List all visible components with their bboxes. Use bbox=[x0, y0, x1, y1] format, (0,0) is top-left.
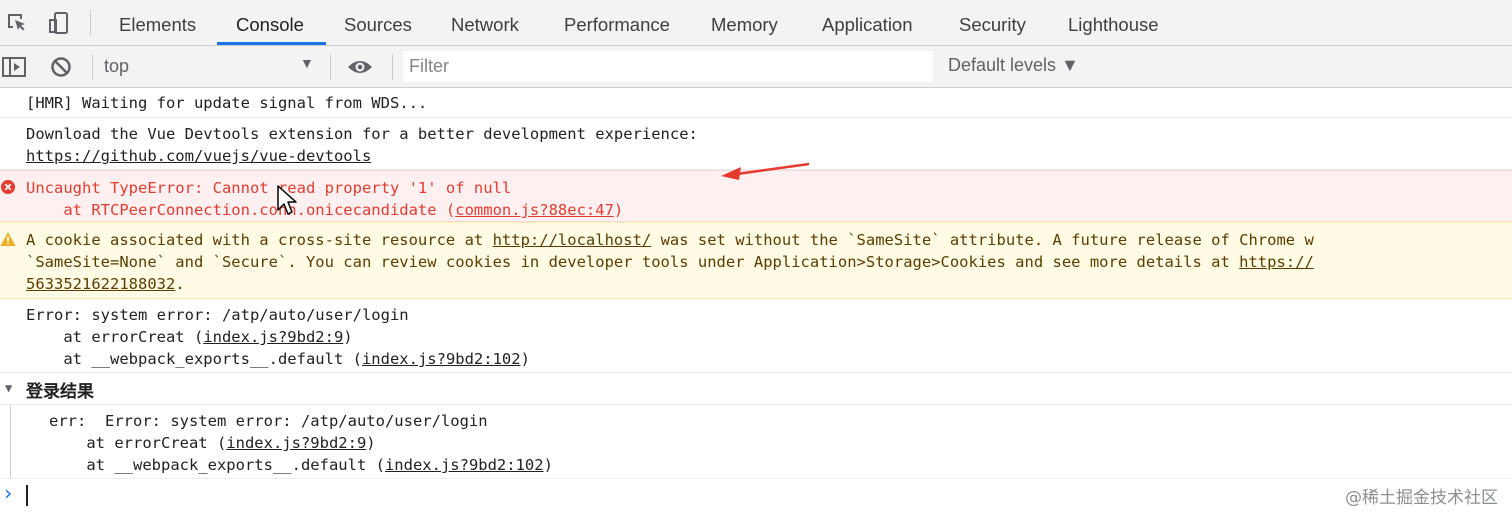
console-message-warning: A cookie associated with a cross-site re… bbox=[0, 222, 1512, 299]
console-group-header[interactable]: ▼ 登录结果 bbox=[0, 373, 1512, 405]
console-toolbar: top ▼ Default levels ▼ bbox=[0, 46, 1512, 88]
stack-prefix: at errorCreat ( bbox=[49, 434, 227, 452]
sidebar-toggle-icon[interactable] bbox=[0, 52, 30, 82]
tab-memory[interactable]: Memory bbox=[711, 0, 778, 45]
stack-prefix: at errorCreat ( bbox=[26, 328, 204, 346]
toolbar-divider bbox=[392, 54, 393, 80]
group-indent-bar bbox=[10, 405, 11, 479]
toolbar-divider bbox=[92, 54, 93, 80]
warning-text: was set without the `SameSite` attribute… bbox=[651, 231, 1314, 249]
context-dropdown-arrow-icon[interactable]: ▼ bbox=[300, 55, 314, 71]
expand-triangle-icon[interactable]: ▼ bbox=[5, 381, 12, 395]
message-text: [HMR] Waiting for update signal from WDS… bbox=[26, 94, 428, 112]
context-selector[interactable]: top bbox=[104, 56, 129, 77]
warning-line-3: 5633521622188032. bbox=[26, 275, 185, 293]
source-link[interactable]: index.js?9bd2:9 bbox=[203, 328, 343, 346]
warning-text: A cookie associated with a cross-site re… bbox=[26, 231, 493, 249]
error-message: Uncaught TypeError: Cannot read property… bbox=[26, 179, 512, 197]
tab-elements[interactable]: Elements bbox=[119, 0, 196, 45]
warning-link[interactable]: http://localhost/ bbox=[493, 231, 652, 249]
message-text: Download the Vue Devtools extension for … bbox=[26, 125, 698, 143]
warning-text: . bbox=[175, 275, 185, 293]
devtools-tab-bar: Elements Console Sources Network Perform… bbox=[0, 0, 1512, 46]
watermark: @稀土掘金技术社区 bbox=[1345, 488, 1498, 508]
filter-input[interactable] bbox=[403, 51, 933, 82]
source-link[interactable]: index.js?9bd2:102 bbox=[362, 350, 521, 368]
group-message: err: Error: system error: /atp/auto/user… bbox=[49, 412, 488, 430]
stack-suffix: ) bbox=[520, 350, 530, 368]
tab-performance[interactable]: Performance bbox=[564, 0, 670, 45]
stack-line: at errorCreat (index.js?9bd2:9) bbox=[26, 328, 353, 346]
source-link[interactable]: common.js?88ec:47 bbox=[455, 201, 614, 219]
console-message-system-error: Error: system error: /atp/auto/user/logi… bbox=[0, 299, 1512, 373]
toolbar-divider bbox=[330, 54, 331, 80]
stack-line: at __webpack_exports__.default (index.js… bbox=[49, 456, 553, 474]
warning-line-1: A cookie associated with a cross-site re… bbox=[26, 231, 1314, 249]
tab-security[interactable]: Security bbox=[959, 0, 1026, 45]
warning-line-2: `SameSite=None` and `Secure`. You can re… bbox=[26, 253, 1314, 271]
source-link[interactable]: index.js?9bd2:102 bbox=[385, 456, 544, 474]
error-stack-line: at RTCPeerConnection.conn.onicecandidate… bbox=[26, 201, 623, 219]
console-group-body: err: Error: system error: /atp/auto/user… bbox=[0, 405, 1512, 479]
tab-lighthouse[interactable]: Lighthouse bbox=[1068, 0, 1159, 45]
eye-icon[interactable] bbox=[345, 52, 375, 82]
console-message-hmr: [HMR] Waiting for update signal from WDS… bbox=[0, 88, 1512, 118]
source-link[interactable]: index.js?9bd2:9 bbox=[226, 434, 366, 452]
tab-network[interactable]: Network bbox=[451, 0, 519, 45]
console-input[interactable] bbox=[26, 485, 28, 506]
warning-link[interactable]: 5633521622188032 bbox=[26, 275, 175, 293]
stack-suffix: ) bbox=[366, 434, 376, 452]
mouse-cursor-icon bbox=[277, 185, 297, 215]
tab-application[interactable]: Application bbox=[822, 0, 913, 45]
stack-suffix: ) bbox=[543, 456, 553, 474]
tab-sources[interactable]: Sources bbox=[344, 0, 412, 45]
tab-console[interactable]: Console bbox=[236, 0, 304, 45]
stack-line: at __webpack_exports__.default (index.js… bbox=[26, 350, 530, 368]
warning-text: `SameSite=None` and `Secure`. You can re… bbox=[26, 253, 1240, 271]
red-arrow-annotation bbox=[721, 162, 810, 180]
log-levels-dropdown[interactable]: Default levels ▼ bbox=[948, 55, 1079, 76]
device-toggle-icon[interactable] bbox=[44, 8, 74, 38]
toolbar-divider bbox=[90, 10, 91, 36]
stack-line: at errorCreat (index.js?9bd2:9) bbox=[49, 434, 376, 452]
active-tab-indicator bbox=[217, 42, 326, 45]
message-text: Error: system error: /atp/auto/user/logi… bbox=[26, 306, 409, 324]
warning-link[interactable]: https:// bbox=[1239, 253, 1314, 271]
devtools-link[interactable]: https://github.com/vuejs/vue-devtools bbox=[26, 147, 371, 165]
warning-icon bbox=[0, 232, 16, 246]
stack-prefix: at RTCPeerConnection.conn.onicecandidate… bbox=[26, 201, 456, 219]
inspect-element-icon[interactable] bbox=[2, 8, 32, 38]
stack-prefix: at __webpack_exports__.default ( bbox=[26, 350, 362, 368]
group-title: 登录结果 bbox=[26, 382, 94, 402]
console-messages: [HMR] Waiting for update signal from WDS… bbox=[0, 88, 1512, 518]
stack-suffix: ) bbox=[343, 328, 353, 346]
error-icon bbox=[1, 180, 15, 194]
stack-prefix: at __webpack_exports__.default ( bbox=[49, 456, 385, 474]
prompt-chevron-icon: › bbox=[2, 481, 15, 505]
stack-suffix: ) bbox=[613, 201, 624, 219]
clear-console-icon[interactable] bbox=[46, 52, 76, 82]
